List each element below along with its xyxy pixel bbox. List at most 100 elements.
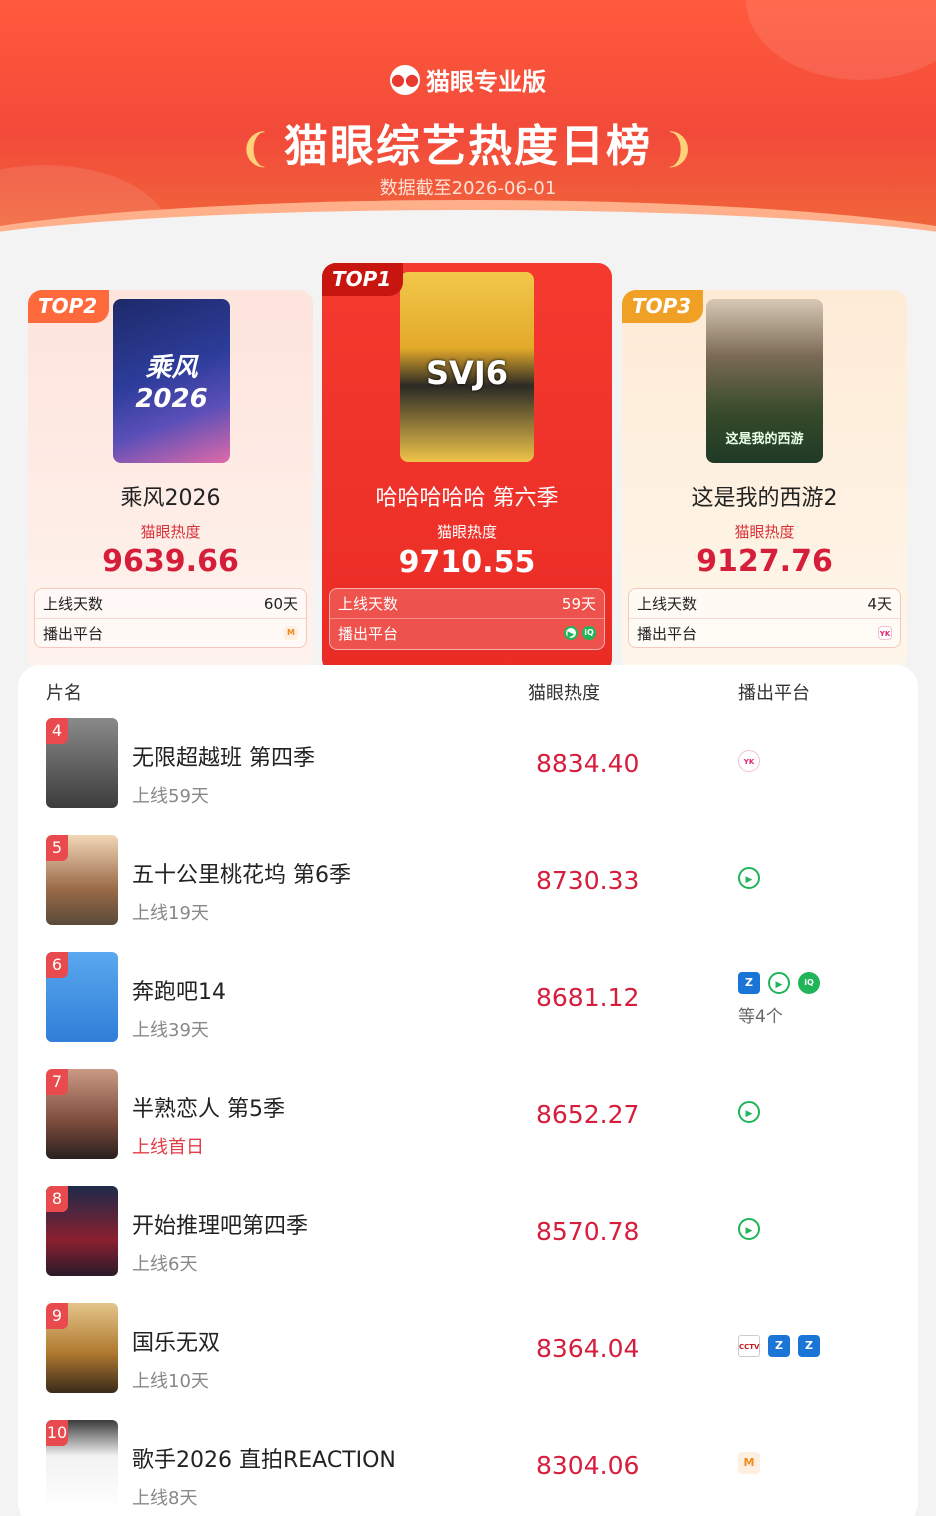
table-row[interactable]: 5 五十公里桃花坞 第6季 上线19天 8730.33 ▶ [18,835,918,952]
table-row[interactable]: 7 半熟恋人 第5季 上线首日 8652.27 ▶ [18,1069,918,1186]
platform-list: CCTV Z Z [738,1335,820,1357]
heat-label: 猫眼热度 [734,523,795,541]
heat-score: 9710.55 [398,545,536,580]
rank-badge: 7 [46,1069,68,1095]
days-label: 上线天数 [43,595,104,613]
platform-label: 播出平台 [43,624,104,643]
cctv-icon: CCTV [738,1335,760,1357]
rank-badge: 8 [46,1186,68,1212]
top2-poster: 乘风2026 [113,299,230,463]
rank-tag: TOP3 [622,290,704,323]
rank-tag: TOP1 [322,263,404,296]
zhejiang-tv-icon: Z [768,1335,790,1357]
heat-score: 8364.04 [536,1334,640,1363]
table-row[interactable]: 9 国乐无双 上线10天 8364.04 CCTV Z Z [18,1303,918,1420]
rank-badge: 9 [46,1303,68,1329]
show-title: 无限超越班 第四季 [132,746,315,771]
table-row[interactable]: 4 无限超越班 第四季 上线59天 8834.40 YK [18,718,918,835]
days-value: 59天 [561,595,596,613]
top2-card[interactable]: 乘风2026 TOP2 乘风2026 猫眼热度 9639.66 上线天数 60天 … [28,290,313,670]
show-title: 哈哈哈哈哈 第六季 [375,486,559,511]
poster-text: SVJ6 [426,354,508,392]
rank-tag: TOP2 [28,290,110,323]
page-title-text: 猫眼综艺热度日榜 [284,121,652,172]
heat-score: 9639.66 [102,544,239,579]
days-online: 上线19天 [132,903,209,924]
days-online: 上线8天 [132,1488,198,1509]
heat-score: 8730.33 [536,866,640,895]
laurel-left-icon: ❨ [238,126,274,172]
table-row[interactable]: 10 歌手2026 直拍REACTION 上线8天 8304.06 M [18,1420,918,1516]
platform-list: YK [738,750,760,772]
show-thumbnail: 8 [46,1186,118,1276]
heat-score: 9127.76 [696,544,833,579]
table-header: 片名 猫眼热度 播出平台 [18,679,918,704]
tencent-video-icon: ▶ [738,1218,760,1240]
platform-list: ▶ [738,1218,760,1240]
cat-eye-logo-icon: ●● [390,64,420,95]
top1-poster: SVJ6 [400,272,534,462]
header-banner: ●● 猫眼专业版 ❨ 猫眼综艺热度日榜 ❩ 数据截至2026-06-01 [0,0,936,245]
days-online: 上线59天 [132,786,209,807]
show-title: 国乐无双 [132,1331,221,1356]
rank-badge: 4 [46,718,68,744]
show-title: 奔跑吧14 [132,980,226,1005]
days-online: 上线6天 [132,1254,198,1275]
header-heat: 猫眼热度 [528,683,600,704]
show-title: 这是我的西游2 [691,486,838,511]
heat-score: 8304.06 [536,1451,640,1480]
tencent-video-icon: ▶ [738,867,760,889]
table-row[interactable]: 6 奔跑吧14 上线39天 8681.12 Z ▶ iQ 等4个 [18,952,918,1069]
show-thumbnail: 9 [46,1303,118,1393]
rank-badge: 10 [46,1420,68,1446]
days-label: 上线天数 [338,595,399,613]
rank-badge: 5 [46,835,68,861]
days-value: 60天 [263,595,298,613]
show-thumbnail: 7 [46,1069,118,1159]
show-title: 歌手2026 直拍REACTION [132,1448,396,1473]
card-meta: 上线天数 60天 播出平台 M [34,588,307,648]
table-row[interactable]: 8 开始推理吧第四季 上线6天 8570.78 ▶ [18,1186,918,1303]
top3-card[interactable]: 这是我的西游 TOP3 这是我的西游2 猫眼热度 9127.76 上线天数 4天 … [622,290,907,670]
heat-score: 8681.12 [536,983,640,1012]
youku-icon: YK [738,750,760,772]
days-online: 上线39天 [132,1020,209,1041]
laurel-right-icon: ❩ [662,126,698,172]
poster-text: 这是我的西游 [725,432,804,447]
heat-score: 8570.78 [536,1217,640,1246]
header-platform: 播出平台 [738,683,810,704]
days-label: 上线天数 [637,595,698,613]
show-title: 开始推理吧第四季 [132,1214,309,1239]
heat-label: 猫眼热度 [140,523,201,541]
tencent-video-icon: ▶ [738,1101,760,1123]
tencent-video-icon: ▶ [564,626,578,640]
card-meta: 上线天数 4天 播出平台 YK [628,588,901,648]
show-thumbnail: 10 [46,1420,118,1510]
iqiyi-icon: iQ [798,972,820,994]
mango-icon: M [738,1452,760,1474]
show-title: 乘风2026 [120,486,221,511]
mango-icon: M [284,626,298,640]
header-name: 片名 [46,683,82,704]
iqiyi-icon: iQ [582,626,596,640]
zhejiang-tv-icon: Z [738,972,760,994]
zhejiang-tv-icon: Z [798,1335,820,1357]
top3-poster: 这是我的西游 [706,299,823,463]
more-platforms[interactable]: 等4个 [738,1002,783,1027]
platform-label: 播出平台 [637,624,698,643]
show-thumbnail: 4 [46,718,118,808]
heat-score: 8652.27 [536,1100,640,1129]
top1-card[interactable]: SVJ6 TOP1 哈哈哈哈哈 第六季 猫眼热度 9710.55 上线天数 59天… [322,263,612,673]
platform-list: M [738,1452,760,1474]
youku-icon: YK [878,626,892,640]
show-title: 五十公里桃花坞 第6季 [132,863,351,888]
days-online: 上线首日 [132,1137,204,1158]
show-thumbnail: 6 [46,952,118,1042]
platform-list: ▶ [738,867,760,889]
data-date: 数据截至2026-06-01 [379,178,557,199]
page-title: ❨ 猫眼综艺热度日榜 ❩ [0,110,936,174]
days-value: 4天 [867,595,892,613]
show-title: 半熟恋人 第5季 [132,1097,285,1122]
days-online: 上线10天 [132,1371,209,1392]
platform-list: ▶ [738,1101,760,1123]
